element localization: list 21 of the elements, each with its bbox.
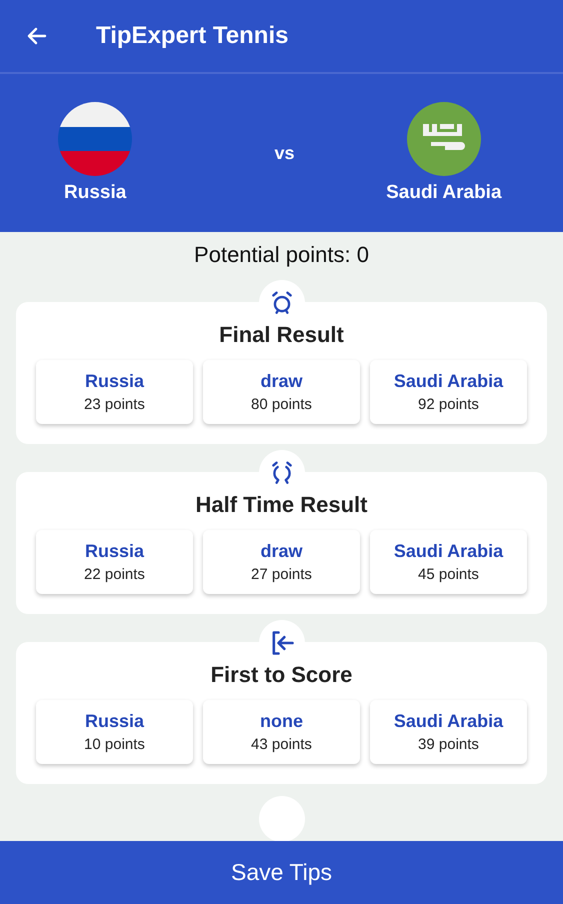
bet-title: First to Score bbox=[210, 662, 352, 688]
icon-badge bbox=[258, 796, 304, 841]
flag-icon bbox=[406, 102, 481, 176]
bet-option[interactable]: Saudi Arabia 92 points bbox=[370, 360, 527, 424]
save-button[interactable]: Save Tips bbox=[0, 841, 563, 904]
potential-points: Potential points: 0 bbox=[194, 242, 369, 268]
versus-label: vs bbox=[274, 142, 294, 164]
bet-title: Final Result bbox=[219, 322, 344, 348]
team-name: Saudi Arabia bbox=[386, 182, 502, 204]
bet-option[interactable]: Saudi Arabia 39 points bbox=[370, 700, 527, 764]
app-title: TipExpert Tennis bbox=[96, 22, 288, 50]
team-name: Russia bbox=[64, 182, 126, 204]
bet-title: Half Time Result bbox=[196, 492, 368, 518]
bet-option[interactable]: draw 80 points bbox=[203, 360, 360, 424]
flag-icon bbox=[58, 102, 132, 176]
bet-option[interactable]: none 43 points bbox=[203, 700, 360, 764]
bet-option[interactable]: Saudi Arabia 45 points bbox=[370, 530, 527, 594]
bet-option[interactable]: Russia 10 points bbox=[36, 700, 193, 764]
bet-option[interactable]: draw 27 points bbox=[203, 530, 360, 594]
bet-option[interactable]: Russia 22 points bbox=[36, 530, 193, 594]
bet-option[interactable]: Russia 23 points bbox=[36, 360, 193, 424]
